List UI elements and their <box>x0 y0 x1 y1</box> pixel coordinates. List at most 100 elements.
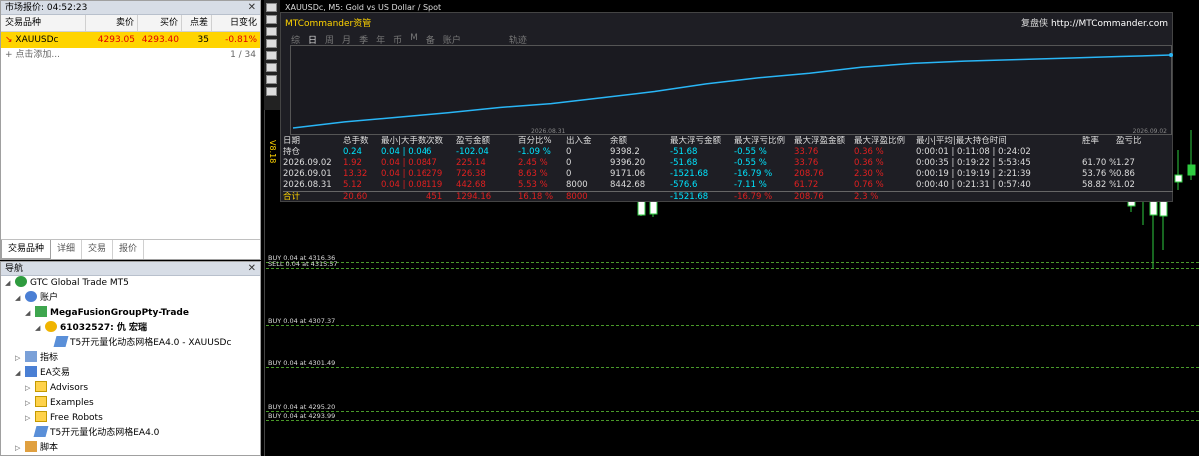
tab-details[interactable]: 详细 <box>51 240 83 259</box>
script-icon <box>25 441 37 452</box>
close-icon[interactable]: ✕ <box>248 262 256 276</box>
expand-icon[interactable]: ◢ <box>15 366 25 381</box>
table-cell <box>1082 147 1116 158</box>
tab-ticks[interactable]: 报价 <box>113 240 145 259</box>
market-watch-header: 交易品种 卖价 买价 点差 日变化 <box>1 15 260 32</box>
toolbar-icon[interactable] <box>266 15 277 24</box>
table-cell: 0.04 | 0.04 <box>381 147 426 157</box>
order-line[interactable] <box>266 367 1199 369</box>
nav-item[interactable]: ▷ Examples <box>1 396 260 411</box>
total-row: 合计 20.60 451 1294.16 16.18 % 8000 -1521.68 -16.… <box>283 192 1173 203</box>
expand-icon[interactable]: ▷ <box>15 351 25 366</box>
expand-icon[interactable]: ▷ <box>15 441 25 455</box>
nav-item[interactable]: ◢ 账户 <box>1 291 260 306</box>
column-header: 最大浮盈金额 <box>794 136 846 146</box>
table-cell: 0.24 <box>343 147 362 157</box>
candle-body <box>1174 174 1183 183</box>
nav-item-label: 指标 <box>40 353 59 363</box>
expand-icon[interactable]: ◢ <box>25 306 35 321</box>
expand-icon[interactable]: ◢ <box>35 321 45 336</box>
column-header: 总手数 <box>343 136 369 146</box>
equity-line <box>292 54 1172 129</box>
server-icon <box>35 306 47 317</box>
expand-icon[interactable]: ▷ <box>25 411 35 426</box>
navigator-panel: 导航 ✕ ◢ GTC Global Trade MT5 ◢ 账户 ◢ MegaFusion… <box>0 261 261 456</box>
nav-item[interactable]: ▷ 脚本 <box>1 441 260 455</box>
expand-icon[interactable]: ◢ <box>5 276 15 291</box>
table-cell: 451 <box>426 192 443 202</box>
table-cell: -1521.68 <box>670 192 709 202</box>
table-cell <box>1116 192 1156 203</box>
column-header-symbol[interactable]: 交易品种 <box>1 15 86 31</box>
table-cell: -1521.68 <box>670 169 709 179</box>
order-line[interactable] <box>266 267 1199 269</box>
menu-icon[interactable] <box>266 3 277 12</box>
column-header-spread[interactable]: 点差 <box>182 15 212 31</box>
toolbar-icon[interactable] <box>266 75 277 84</box>
folder-icon <box>35 396 47 407</box>
toolbar-icon[interactable] <box>266 51 277 60</box>
column-header: 盈亏金额 <box>456 136 491 146</box>
indicators-icon <box>25 351 37 362</box>
panel-url[interactable]: http://MTCommander.com <box>1051 19 1168 29</box>
table-cell: 8000 <box>566 180 588 190</box>
table-cell: 442.68 <box>456 180 486 190</box>
accounts-icon <box>25 291 37 302</box>
nav-item[interactable]: ◢ MegaFusionGroupPty-Trade <box>1 306 260 321</box>
expand-icon[interactable]: ◢ <box>15 291 25 306</box>
order-line-label: BUY 0.04 at 4301.49 <box>268 359 336 368</box>
nav-item[interactable]: ◢ EA交易 <box>1 366 260 381</box>
column-header-change[interactable]: 日变化 <box>212 15 260 31</box>
nav-item-label: Free Robots <box>50 413 103 423</box>
expert-icon <box>25 366 37 377</box>
nav-item[interactable]: ▷ Advisors <box>1 381 260 396</box>
nav-item-label: MegaFusionGroupPty-Trade <box>50 308 189 318</box>
order-line[interactable] <box>266 420 1199 421</box>
toolbar-icon[interactable] <box>266 27 277 36</box>
table-cell: -102.04 <box>456 147 489 157</box>
tab-trading[interactable]: 交易 <box>82 240 114 259</box>
table-cell: 0.04 | 0.08 <box>381 180 426 190</box>
table-cell: 61.72 <box>794 180 819 190</box>
expand-icon[interactable]: ▷ <box>25 396 35 411</box>
table-cell: 0 <box>566 169 572 179</box>
table-cell: 0:00:35 | 0:19:22 | 5:53:45 <box>916 158 1031 168</box>
toolbar-icon[interactable] <box>266 39 277 48</box>
toolbar-icon[interactable] <box>266 63 277 72</box>
table-cell: 9171.06 <box>610 169 646 179</box>
column-header-bid[interactable]: 卖价 <box>86 15 138 31</box>
add-symbol-row[interactable]: + 点击添加... 1 / 34 <box>1 48 260 63</box>
ea-icon <box>33 426 49 437</box>
chart-toolbar <box>264 0 280 110</box>
nav-item[interactable]: T5开元量化动态网格EA4.0 - XAUUSDc <box>1 336 260 351</box>
bid-price: 4293.05 <box>97 35 135 45</box>
expand-icon[interactable]: ▷ <box>25 381 35 396</box>
nav-item[interactable]: ◢ 61032527: 仇 宏瑞 <box>1 321 260 336</box>
table-cell: 9398.2 <box>610 147 640 157</box>
stats-table: 日期 总手数 最小|大手数 次数 盈亏金额 百分比% 出入金 余额 最大浮亏金额 最大浮亏比例 最大… <box>283 136 1173 203</box>
column-header: 最小|大手数 <box>381 136 426 146</box>
order-line[interactable] <box>266 262 1199 263</box>
close-icon[interactable]: ✕ <box>248 1 256 15</box>
symbol-row[interactable]: ↘ XAUUSDc 4293.05 4293.40 35 -0.81% <box>1 32 260 48</box>
nav-item[interactable]: ◢ GTC Global Trade MT5 <box>1 276 260 291</box>
nav-item-label: EA交易 <box>40 368 70 378</box>
market-watch-tabs: 交易品种 详细 交易 报价 <box>1 239 260 259</box>
table-cell: 0.36 % <box>854 158 884 168</box>
column-header: 最大浮盈比例 <box>854 136 906 146</box>
tab-symbols[interactable]: 交易品种 <box>1 240 52 259</box>
nav-item[interactable]: ▷ 指标 <box>1 351 260 366</box>
nav-item[interactable]: ▷ Free Robots <box>1 411 260 426</box>
order-line[interactable] <box>266 411 1199 413</box>
row-label: 2026.09.01 <box>283 169 332 179</box>
table-row: 2026.09.02 1.92 0.04 | 0.08 47 225.14 2.45 % 0… <box>283 158 1173 169</box>
table-cell: -1.09 % <box>518 147 551 157</box>
toolbar-icon[interactable] <box>266 87 277 96</box>
nav-item[interactable]: T5开元量化动态网格EA4.0 <box>1 426 260 441</box>
folder-icon <box>35 411 47 422</box>
table-cell: -0.55 % <box>734 158 767 168</box>
order-line[interactable] <box>266 325 1199 327</box>
mt5-logo-icon <box>15 276 27 287</box>
table-cell: 58.82 % <box>1082 180 1116 190</box>
column-header-ask[interactable]: 买价 <box>138 15 182 31</box>
